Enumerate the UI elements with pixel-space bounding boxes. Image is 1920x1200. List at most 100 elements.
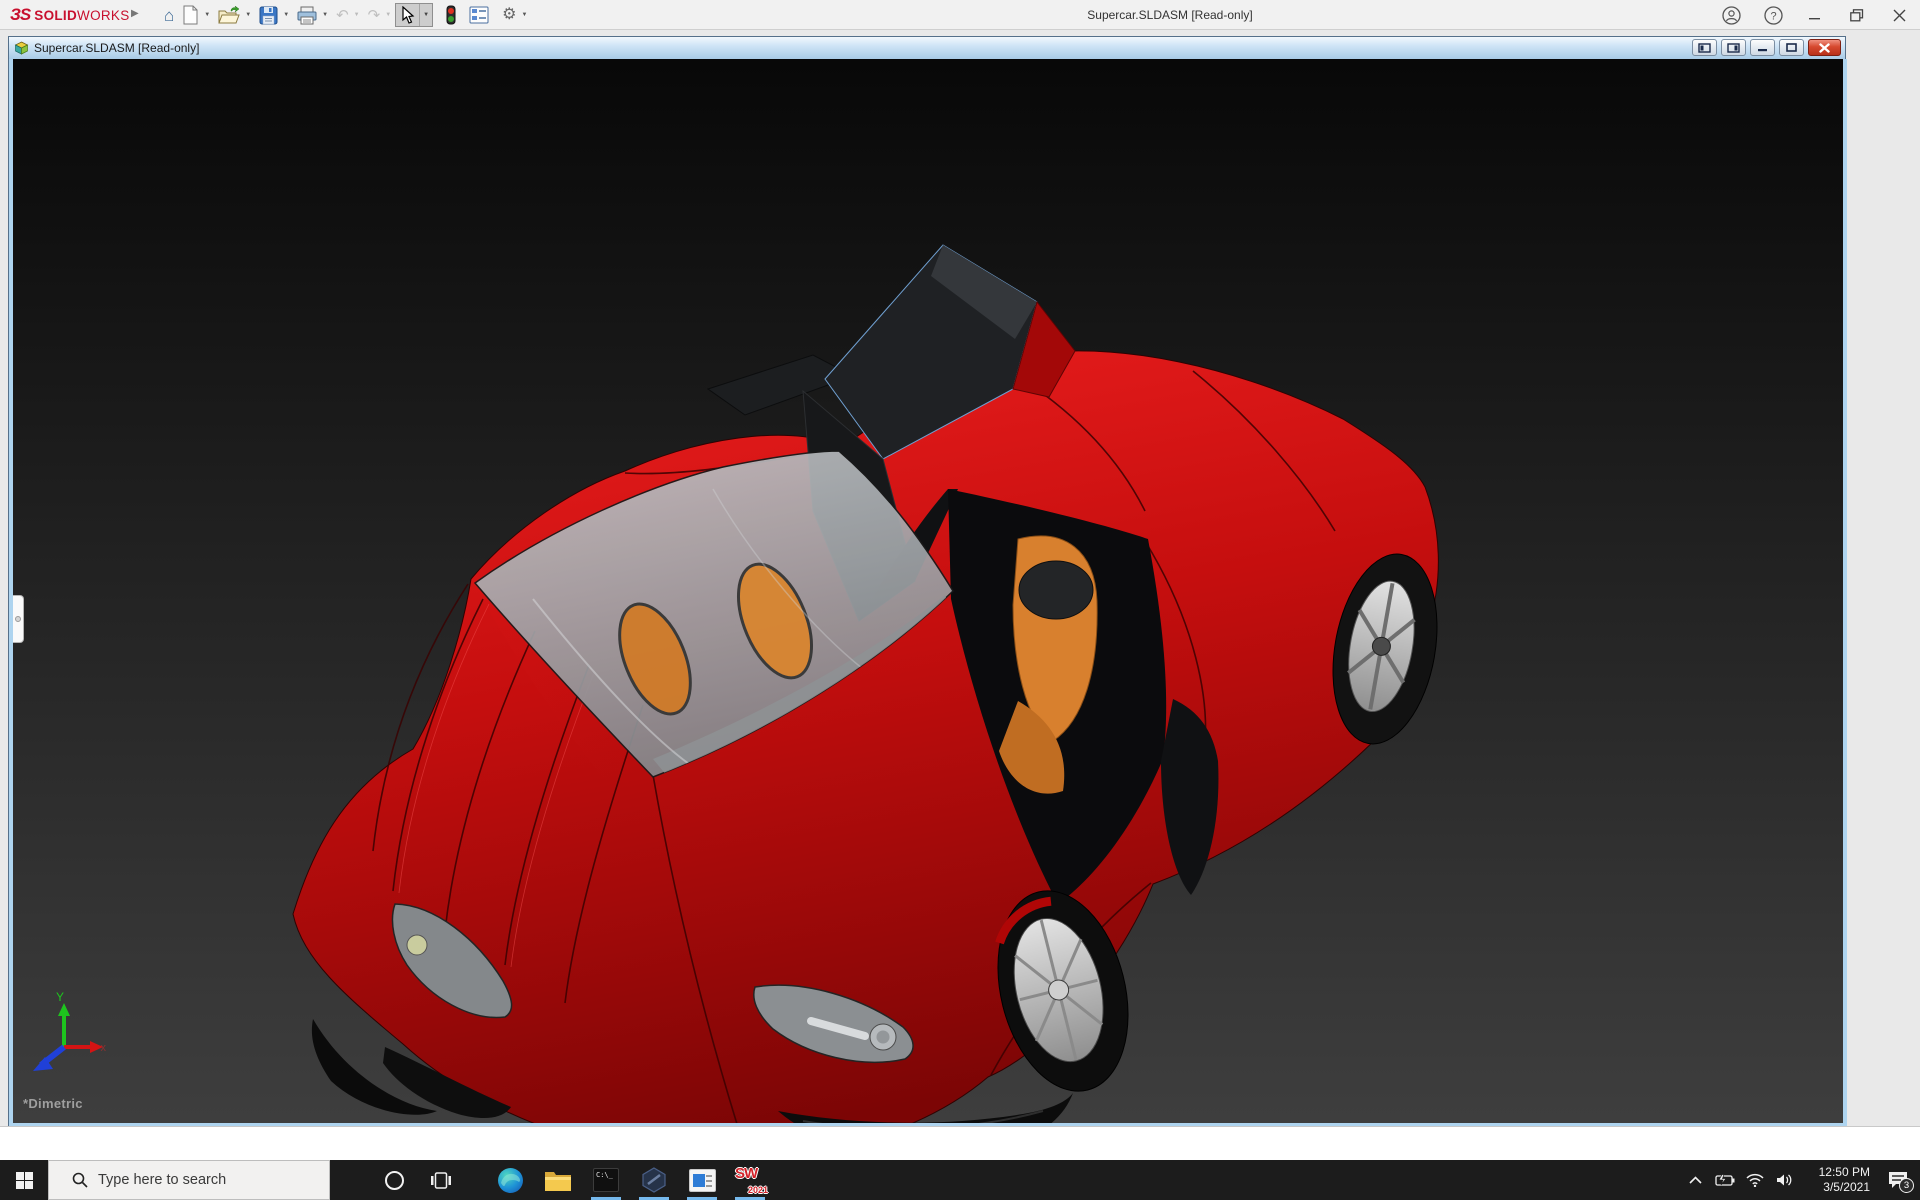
hexagon-app-icon (642, 1167, 666, 1193)
restore-button[interactable] (1836, 0, 1878, 30)
doc-close-button[interactable] (1808, 39, 1841, 56)
command-prompt-icon: C:\_ (593, 1168, 619, 1192)
options-button[interactable]: ⚙ (499, 2, 519, 28)
open-dropdown-icon[interactable]: ▼ (245, 12, 251, 18)
account-icon (1721, 5, 1741, 25)
taskbar-display-app-button[interactable] (678, 1160, 726, 1200)
undo-dropdown-icon: ▼ (353, 12, 360, 18)
3ds-logo-mark: ЗS (10, 5, 31, 24)
tray-chevron-button[interactable] (1680, 1160, 1710, 1200)
cortana-button[interactable] (370, 1160, 418, 1200)
taskbar-search[interactable] (48, 1160, 330, 1200)
minimize-icon (1809, 18, 1820, 20)
open-button[interactable] (215, 2, 243, 28)
orientation-triad: Y x (33, 990, 107, 1071)
new-dropdown-icon[interactable]: ▼ (204, 12, 210, 18)
account-button[interactable] (1710, 0, 1752, 30)
graphics-viewport[interactable]: Y x *Dimetric (13, 59, 1843, 1123)
new-document-icon (183, 5, 198, 25)
cortana-icon (384, 1170, 404, 1190)
feature-tree-collapse-handle[interactable] (13, 595, 24, 643)
select-dropdown-icon[interactable]: ▼ (419, 4, 432, 26)
open-folder-icon (218, 5, 240, 23)
doc-split-right-button[interactable] (1721, 39, 1746, 56)
home-button[interactable]: ⌂ (161, 2, 177, 28)
tray-date: 3/5/2021 (1823, 1180, 1870, 1194)
search-icon (72, 1172, 88, 1188)
taskbar-file-explorer-button[interactable] (534, 1160, 582, 1200)
action-center-button[interactable]: 3 (1876, 1160, 1920, 1200)
toolbar-expand-icon[interactable]: ▶ (131, 8, 139, 19)
taskbar-edge-button[interactable] (486, 1160, 534, 1200)
undo-button[interactable]: ↶ (333, 2, 352, 28)
notification-count-badge: 3 (1899, 1178, 1914, 1193)
help-button[interactable]: ? (1752, 0, 1794, 30)
task-view-button[interactable] (418, 1160, 464, 1200)
tray-clock[interactable]: 12:50 PM 3/5/2021 (1804, 1160, 1870, 1200)
save-button[interactable] (256, 2, 281, 28)
display-pane-icon (469, 6, 489, 24)
gear-icon: ⚙ (502, 6, 517, 23)
taskbar-solidworks-button[interactable]: SW 2021 (726, 1160, 774, 1200)
document-title: Supercar.SLDASM [Read-only] (34, 41, 200, 55)
battery-icon (1715, 1174, 1735, 1186)
chevron-up-icon (1688, 1176, 1702, 1184)
taskbar-hexagon-app-button[interactable] (630, 1160, 678, 1200)
triad-y-label: Y (56, 990, 64, 1004)
doc-split-left-button[interactable] (1692, 39, 1717, 56)
split-left-icon (1698, 42, 1711, 53)
task-view-icon (431, 1171, 451, 1189)
tray-battery-button[interactable] (1710, 1160, 1740, 1200)
handle-dot (15, 616, 21, 622)
print-icon (297, 6, 317, 24)
restore-icon (1850, 8, 1864, 21)
document-window: Supercar.SLDASM [Read-only] Y x *Dimetri… (8, 36, 1847, 1127)
doc-maximize-button[interactable] (1779, 39, 1804, 56)
doc-minimize-icon (1757, 48, 1767, 51)
print-button[interactable] (294, 2, 320, 28)
file-explorer-icon (545, 1171, 571, 1191)
svg-text:?: ? (1770, 10, 1776, 22)
redo-button[interactable]: ↷ (365, 2, 384, 28)
select-tool-active[interactable]: ▼ (395, 3, 434, 27)
undo-icon: ↶ (336, 6, 349, 24)
traffic-light-button[interactable] (443, 2, 459, 28)
solidworks-2021-icon: SW 2021 (735, 1165, 768, 1195)
print-dropdown-icon[interactable]: ▼ (322, 12, 328, 18)
split-right-icon (1727, 42, 1740, 53)
doc-close-icon (1819, 42, 1830, 53)
wifi-icon (1746, 1173, 1764, 1187)
app-window-title: Supercar.SLDASM [Read-only] (1087, 8, 1253, 22)
titlebar-right-controls: ? (1710, 0, 1920, 30)
windows-logo-icon (15, 1171, 33, 1189)
redo-icon: ↷ (367, 6, 381, 24)
display-pane-button[interactable] (466, 2, 492, 28)
edge-icon (497, 1167, 523, 1193)
view-orientation-label: *Dimetric (23, 1096, 83, 1111)
viewport-frame: Y x *Dimetric (9, 59, 1847, 1127)
tray-wifi-button[interactable] (1740, 1160, 1770, 1200)
doc-minimize-button[interactable] (1750, 39, 1775, 56)
solidworks-logo: ЗS SOLID WORKS (10, 5, 130, 24)
close-button[interactable] (1878, 0, 1920, 30)
status-bar (0, 1126, 1920, 1160)
document-titlebar[interactable]: Supercar.SLDASM [Read-only] (9, 37, 1845, 59)
tray-time: 12:50 PM (1818, 1165, 1870, 1179)
windows-taskbar: C:\_ SW 2021 (0, 1160, 1920, 1200)
main-toolbar: ⌂ ▼ ▼ ▼ ▼ ↶ ▼ ↷ ▼ ▼ ⚙ ▼ (160, 0, 531, 30)
save-dropdown-icon[interactable]: ▼ (283, 12, 289, 18)
new-document-button[interactable] (179, 2, 202, 28)
car-model-3d-view (292, 244, 1439, 1123)
save-icon (259, 6, 278, 24)
close-icon (1893, 9, 1905, 21)
redo-dropdown-icon: ▼ (385, 12, 392, 18)
search-input[interactable] (98, 1172, 318, 1188)
tray-volume-button[interactable] (1770, 1160, 1800, 1200)
home-icon: ⌂ (164, 5, 175, 25)
start-button[interactable] (0, 1160, 48, 1200)
taskbar-command-prompt-button[interactable]: C:\_ (582, 1160, 630, 1200)
minimize-button[interactable] (1794, 0, 1836, 30)
traffic-light-icon (446, 5, 456, 25)
options-dropdown-icon[interactable]: ▼ (522, 12, 528, 18)
help-icon: ? (1763, 5, 1783, 25)
